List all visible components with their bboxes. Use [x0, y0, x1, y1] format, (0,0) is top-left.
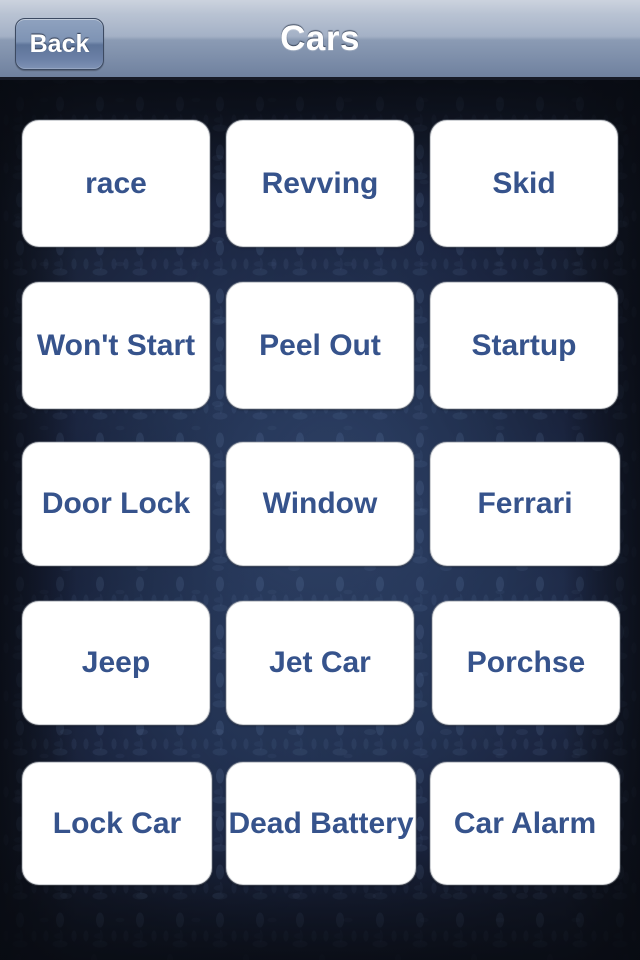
tile-label: Car Alarm — [453, 806, 597, 840]
tile-label: Ferrari — [477, 487, 573, 520]
tile-label: Door Lock — [41, 487, 191, 520]
navigation-bar: Cars Back — [0, 0, 640, 80]
app-screen: Cars Back race Revving Skid Won't Start … — [0, 0, 640, 960]
tile-label: Revving — [261, 166, 379, 200]
tile-label: Peel Out — [259, 328, 381, 362]
back-button[interactable]: Back — [15, 18, 104, 70]
tile-startup[interactable]: Startup — [430, 282, 618, 409]
tile-label: Skid — [492, 166, 556, 200]
tile-wont-start[interactable]: Won't Start — [22, 282, 210, 409]
tile-lock-car[interactable]: Lock Car — [22, 762, 212, 885]
tile-label: Jet Car — [269, 646, 371, 679]
sound-tile-grid: race Revving Skid Won't Start Peel Out S… — [0, 80, 640, 960]
tile-label: Won't Start — [36, 328, 196, 362]
tile-jet-car[interactable]: Jet Car — [226, 601, 414, 725]
tile-window[interactable]: Window — [226, 442, 414, 566]
tile-label: Lock Car — [52, 806, 182, 840]
tile-jeep[interactable]: Jeep — [22, 601, 210, 725]
tile-label: Porchse — [466, 646, 586, 679]
tile-porchse[interactable]: Porchse — [432, 601, 620, 725]
back-button-label: Back — [29, 30, 90, 58]
tile-label: Jeep — [81, 646, 151, 679]
tile-label: Startup — [471, 328, 577, 362]
tile-ferrari[interactable]: Ferrari — [430, 442, 620, 566]
tile-skid[interactable]: Skid — [430, 120, 618, 247]
tile-revving[interactable]: Revving — [226, 120, 414, 247]
tile-peel-out[interactable]: Peel Out — [226, 282, 414, 409]
tile-label: Window — [262, 487, 378, 520]
tile-label: Dead Battery — [228, 806, 414, 840]
tile-dead-battery[interactable]: Dead Battery — [226, 762, 416, 885]
tile-car-alarm[interactable]: Car Alarm — [430, 762, 620, 885]
tile-door-lock[interactable]: Door Lock — [22, 442, 210, 566]
tile-label: race — [85, 166, 147, 200]
tile-race[interactable]: race — [22, 120, 210, 247]
